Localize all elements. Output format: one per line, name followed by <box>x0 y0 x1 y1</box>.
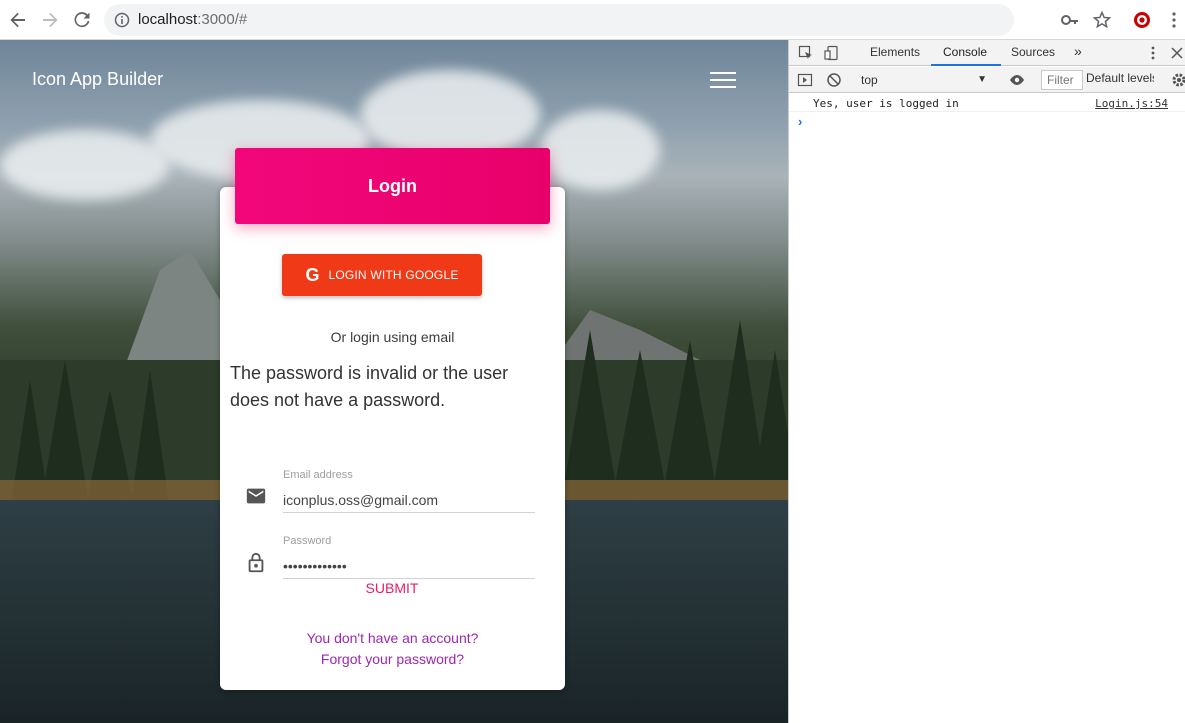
login-with-google-button[interactable]: G LOGIN WITH GOOGLE <box>282 254 482 296</box>
star-icon[interactable] <box>1090 8 1114 32</box>
console-message-row: Yes, user is logged in Login.js:54 <box>789 93 1185 112</box>
target-extension-icon[interactable] <box>1130 8 1154 32</box>
forward-arrow-icon[interactable] <box>38 8 62 32</box>
filter-input[interactable]: Filter <box>1041 70 1083 90</box>
devtools-panel: Elements Console Sources » top ▼ Filter … <box>788 40 1185 723</box>
inspect-element-icon[interactable] <box>798 45 814 61</box>
settings-gear-icon[interactable] <box>1171 72 1185 88</box>
key-icon[interactable] <box>1058 8 1082 32</box>
app-viewport: Icon App Builder G LOGIN WITH GOOGLE Or … <box>0 40 788 723</box>
email-icon <box>245 485 267 507</box>
url-text: localhost:3000/# <box>138 11 248 28</box>
more-tabs-icon[interactable]: » <box>1074 43 1082 59</box>
log-levels-select[interactable]: Default levels <box>1086 71 1154 85</box>
forgot-password-link[interactable]: Forgot your password? <box>220 651 565 667</box>
login-card: G LOGIN WITH GOOGLE Or login using email… <box>220 187 565 690</box>
clear-console-icon[interactable] <box>826 72 842 88</box>
lock-icon <box>245 552 267 574</box>
address-bar[interactable]: localhost:3000/# <box>104 4 1014 36</box>
submit-button[interactable]: SUBMIT <box>342 580 442 596</box>
close-devtools-icon[interactable] <box>1169 45 1185 61</box>
tab-sources[interactable]: Sources <box>1011 45 1055 59</box>
active-tab-indicator <box>931 64 1001 66</box>
tab-console[interactable]: Console <box>943 45 987 59</box>
app-title: Icon App Builder <box>32 69 164 89</box>
or-login-text: Or login using email <box>330 329 455 345</box>
google-button-label: LOGIN WITH GOOGLE <box>328 268 459 282</box>
email-field[interactable] <box>283 487 535 513</box>
console-prompt[interactable]: › <box>798 114 802 129</box>
more-vert-icon[interactable] <box>1162 8 1185 32</box>
password-field[interactable] <box>283 553 535 579</box>
console-message: Yes, user is logged in <box>813 97 959 110</box>
error-message: The password is invalid or the user does… <box>230 363 509 410</box>
browser-toolbar: localhost:3000/# <box>0 0 1185 40</box>
console-source-link[interactable]: Login.js:54 <box>1095 97 1168 110</box>
email-label: Email address <box>283 469 353 481</box>
devtools-menu-icon[interactable] <box>1145 45 1161 61</box>
reload-icon[interactable] <box>70 8 94 32</box>
signup-link-visible[interactable]: You don't have an account? <box>220 630 565 646</box>
hamburger-menu-icon[interactable] <box>710 72 736 90</box>
sidebar-toggle-icon[interactable] <box>797 72 813 88</box>
back-arrow-icon[interactable] <box>6 8 30 32</box>
eye-icon[interactable] <box>1009 72 1025 88</box>
tab-elements[interactable]: Elements <box>870 45 920 59</box>
device-toolbar-icon[interactable] <box>824 45 840 61</box>
context-select[interactable]: top ▼ <box>855 70 995 90</box>
background-cloud <box>360 70 540 160</box>
chevron-down-icon: ▼ <box>977 74 987 85</box>
context-value: top <box>861 73 878 87</box>
password-label: Password <box>283 535 332 547</box>
info-icon[interactable] <box>114 12 130 33</box>
devtools-tabbar: Elements Console Sources » <box>789 40 1185 66</box>
google-icon: G <box>305 264 320 285</box>
login-title: Login <box>368 175 417 196</box>
console-toolbar: top ▼ Filter Default levels <box>789 67 1185 93</box>
login-header: Login <box>235 148 550 224</box>
background-cloud <box>540 110 660 190</box>
